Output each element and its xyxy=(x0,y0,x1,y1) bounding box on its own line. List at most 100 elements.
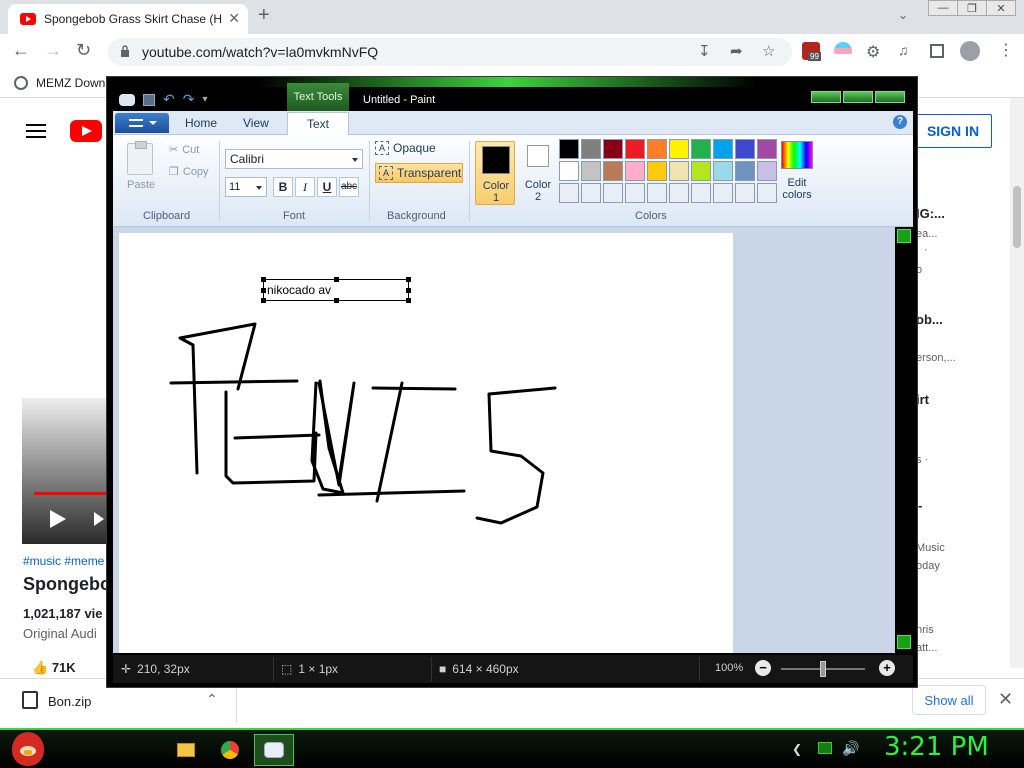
clipboard-icon[interactable] xyxy=(127,141,153,175)
browser-tab[interactable]: Spongebob Grass Skirt Chase (H ✕ xyxy=(8,4,248,34)
like-button[interactable]: 👍 71K xyxy=(32,660,76,676)
cut-button[interactable]: ✂ Cut xyxy=(169,143,199,157)
resize-handle[interactable] xyxy=(334,277,339,282)
volume-icon[interactable]: 🔊 xyxy=(842,740,859,757)
palette-swatch[interactable] xyxy=(669,161,689,181)
hashtags[interactable]: #music #meme xyxy=(23,554,104,568)
resize-handle[interactable] xyxy=(261,277,266,282)
restore-button[interactable]: ❐ xyxy=(957,0,987,16)
palette-swatch[interactable] xyxy=(625,139,645,159)
paint-close-button[interactable] xyxy=(875,91,905,103)
file-explorer-button[interactable] xyxy=(166,734,206,766)
avatar-icon[interactable] xyxy=(960,41,980,61)
kebab-menu-icon[interactable]: ⋮ xyxy=(998,40,1016,59)
canvas-vertical-scrollbar[interactable] xyxy=(895,227,913,653)
share-icon[interactable]: ➦ xyxy=(730,42,743,60)
resize-handle[interactable] xyxy=(406,298,411,303)
reload-icon[interactable]: ↻ xyxy=(76,40,91,61)
resize-handle[interactable] xyxy=(334,298,339,303)
opaque-button[interactable]: A Opaque xyxy=(375,141,436,155)
palette-swatch[interactable] xyxy=(581,161,601,181)
bold-button[interactable]: B xyxy=(273,177,293,197)
bookmark-star-icon[interactable]: ☆ xyxy=(762,42,775,60)
install-icon[interactable]: ↧ xyxy=(698,42,711,60)
text-input-box[interactable]: nikocado av xyxy=(261,277,411,303)
palette-swatch[interactable] xyxy=(647,139,667,159)
start-button-bird-icon[interactable] xyxy=(12,732,44,766)
font-size-select[interactable]: 11 xyxy=(225,177,267,197)
page-scrollbar[interactable] xyxy=(1010,98,1024,668)
palette-swatch[interactable] xyxy=(691,139,711,159)
side-panel-icon[interactable] xyxy=(930,44,944,58)
puzzle-extensions-icon[interactable]: ⚙ xyxy=(866,42,884,61)
undo-icon[interactable]: ↶ xyxy=(163,91,175,108)
palette-swatch[interactable] xyxy=(713,161,733,181)
back-arrow-icon[interactable]: ← xyxy=(12,40,30,61)
zoom-in-button[interactable]: + xyxy=(879,660,895,676)
palette-swatch[interactable] xyxy=(669,183,689,203)
resize-handle[interactable] xyxy=(406,288,411,293)
paint-maximize-button[interactable] xyxy=(843,91,873,103)
help-icon[interactable]: ? xyxy=(893,115,907,129)
save-icon[interactable] xyxy=(143,93,155,106)
strikethrough-button[interactable]: abc xyxy=(339,177,359,197)
extension-icon[interactable]: 99 xyxy=(802,42,821,61)
font-family-select[interactable]: Calibri xyxy=(225,149,363,169)
profile-flag-icon[interactable] xyxy=(834,42,852,60)
palette-swatch[interactable] xyxy=(603,139,623,159)
palette-swatch[interactable] xyxy=(625,161,645,181)
play-icon[interactable] xyxy=(50,510,66,528)
zoom-slider-thumb[interactable] xyxy=(820,661,826,677)
paste-button[interactable]: Paste xyxy=(127,179,155,191)
video-progress-bar[interactable] xyxy=(34,492,114,495)
resize-handle[interactable] xyxy=(261,298,266,303)
recommend-title[interactable]: ob... xyxy=(916,312,943,327)
tab-search-icon[interactable]: ⌄ xyxy=(898,8,908,22)
palette-swatch[interactable] xyxy=(559,161,579,181)
tab-close-icon[interactable]: ✕ xyxy=(228,10,240,27)
tab-home[interactable]: Home xyxy=(185,116,217,130)
recommend-title[interactable]: - xyxy=(918,498,922,513)
taskbar-clock[interactable]: 3:21 PM xyxy=(884,732,989,762)
scroll-down-button[interactable] xyxy=(897,635,911,649)
transparent-button[interactable]: A Transparent xyxy=(375,163,463,183)
tray-chevron-icon[interactable]: ❮ xyxy=(792,742,802,756)
palette-swatch[interactable] xyxy=(713,183,733,203)
palette-swatch[interactable] xyxy=(691,161,711,181)
palette-swatch[interactable] xyxy=(581,183,601,203)
tab-view[interactable]: View xyxy=(243,116,269,130)
drawing-canvas[interactable]: nikocado av xyxy=(119,233,733,653)
show-all-button[interactable]: Show all xyxy=(912,685,986,715)
palette-swatch[interactable] xyxy=(757,139,777,159)
tab-text[interactable]: Text xyxy=(287,112,349,136)
original-audio[interactable]: Original Audi xyxy=(23,626,97,641)
palette-swatch[interactable] xyxy=(713,139,733,159)
resize-handle[interactable] xyxy=(406,277,411,282)
video-player[interactable] xyxy=(22,398,114,544)
next-icon[interactable] xyxy=(94,512,104,526)
edit-colors-icon[interactable] xyxy=(781,141,813,169)
chevron-up-icon[interactable]: ⌃ xyxy=(206,691,218,708)
paint-titlebar[interactable]: ↶ ↷ ▾ Text Tools Untitled - Paint xyxy=(107,77,917,111)
scroll-up-button[interactable] xyxy=(897,229,911,243)
close-window-button[interactable]: ✕ xyxy=(986,0,1016,16)
copy-button[interactable]: ❐ Copy xyxy=(169,165,209,179)
address-bar[interactable]: youtube.com/watch?v=la0mvkmNvFQ ↧ ➦ ☆ xyxy=(108,38,792,66)
media-control-icon[interactable]: ♫ xyxy=(898,42,916,60)
new-tab-button[interactable]: + xyxy=(258,4,270,27)
italic-button[interactable]: I xyxy=(295,177,315,197)
close-shelf-icon[interactable]: ✕ xyxy=(998,689,1013,710)
redo-icon[interactable]: ↷ xyxy=(183,91,195,108)
palette-swatch[interactable] xyxy=(757,183,777,203)
paint-taskbar-button[interactable] xyxy=(254,734,294,766)
underline-button[interactable]: U xyxy=(317,177,337,197)
palette-swatch[interactable] xyxy=(647,161,667,181)
palette-swatch[interactable] xyxy=(757,161,777,181)
palette-swatch[interactable] xyxy=(581,139,601,159)
palette-swatch[interactable] xyxy=(691,183,711,203)
chrome-taskbar-button[interactable] xyxy=(210,734,250,766)
download-file-name[interactable]: Bon.zip xyxy=(48,694,91,709)
youtube-logo[interactable] xyxy=(70,120,102,142)
palette-swatch[interactable] xyxy=(603,183,623,203)
color1-button[interactable]: Color 1 xyxy=(475,141,515,205)
